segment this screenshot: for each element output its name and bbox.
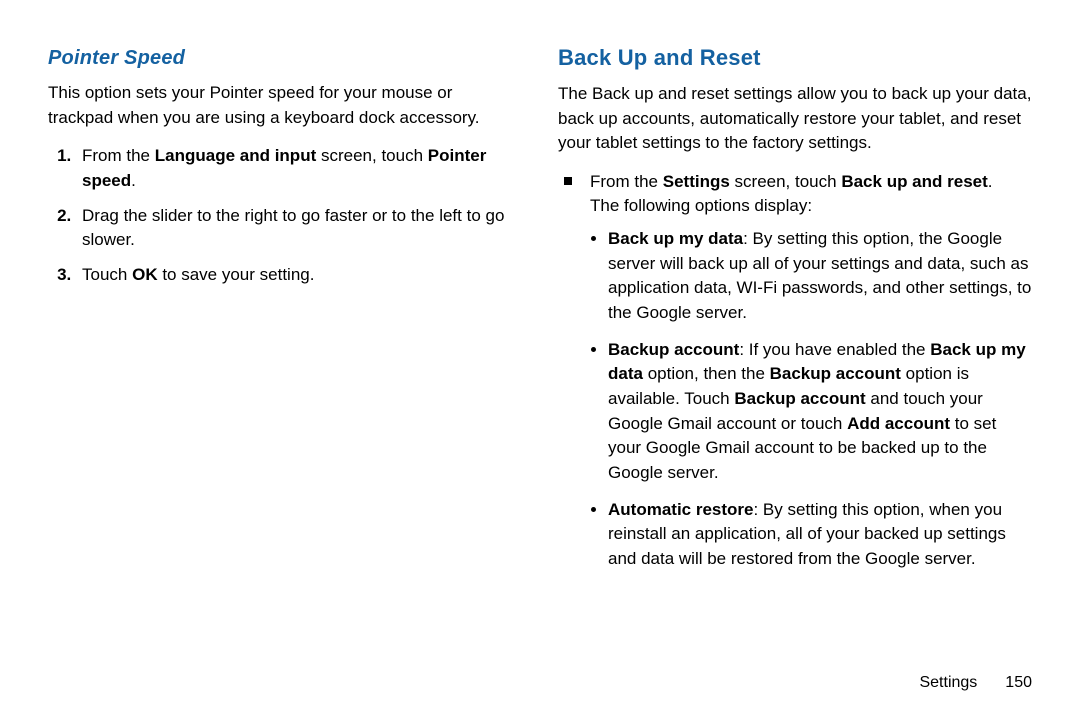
b2-bold-1: Backup account [608, 340, 739, 359]
line1-text-c: . [988, 172, 993, 191]
backup-line-1: From the Settings screen, touch Back up … [590, 170, 1032, 195]
b2-bold-3: Backup account [770, 364, 901, 383]
left-column: Pointer Speed This option sets your Poin… [40, 40, 540, 690]
step1-bold-1: Language and input [155, 146, 317, 165]
step1-text-b: screen, touch [316, 146, 428, 165]
footer-section: Settings [919, 674, 977, 691]
manual-page: Pointer Speed This option sets your Poin… [0, 0, 1080, 720]
backup-reset-item: From the Settings screen, touch Back up … [582, 170, 1032, 572]
step-2: Drag the slider to the right to go faste… [76, 204, 522, 253]
b2-t1: : If you have enabled the [739, 340, 930, 359]
b3-bold: Automatic restore [608, 500, 753, 519]
backup-reset-intro: The Back up and reset settings allow you… [558, 82, 1032, 156]
b2-bold-4: Backup account [734, 389, 865, 408]
step-3: Touch OK to save your setting. [76, 263, 522, 288]
pointer-speed-steps: From the Language and input screen, touc… [48, 144, 522, 287]
option-backup-my-data: Back up my data: By setting this option,… [608, 227, 1032, 326]
option-backup-account: Backup account: If you have enabled the … [608, 338, 1032, 486]
right-column: Back Up and Reset The Back up and reset … [540, 40, 1040, 690]
option-automatic-restore: Automatic restore: By setting this optio… [608, 498, 1032, 572]
b2-bold-5: Add account [847, 414, 950, 433]
step3-text-b: to save your setting. [158, 265, 315, 284]
b2-t2: option, then the [643, 364, 770, 383]
line1-bold-2: Back up and reset [841, 172, 987, 191]
step3-bold: OK [132, 265, 158, 284]
pointer-speed-heading: Pointer Speed [48, 44, 522, 73]
backup-options-list: Back up my data: By setting this option,… [590, 227, 1032, 571]
line1-bold-1: Settings [663, 172, 730, 191]
backup-reset-heading: Back Up and Reset [558, 42, 1032, 74]
step1-text-c: . [131, 171, 136, 190]
page-footer: Settings 150 [919, 674, 1032, 692]
step1-text-a: From the [82, 146, 155, 165]
backup-line-2: The following options display: [590, 194, 1032, 219]
step3-text-a: Touch [82, 265, 132, 284]
step-1: From the Language and input screen, touc… [76, 144, 522, 193]
pointer-speed-intro: This option sets your Pointer speed for … [48, 81, 522, 130]
line1-text-a: From the [590, 172, 663, 191]
b1-bold: Back up my data [608, 229, 743, 248]
footer-page-number: 150 [1005, 674, 1032, 691]
backup-reset-main-list: From the Settings screen, touch Back up … [558, 170, 1032, 572]
line1-text-b: screen, touch [730, 172, 842, 191]
